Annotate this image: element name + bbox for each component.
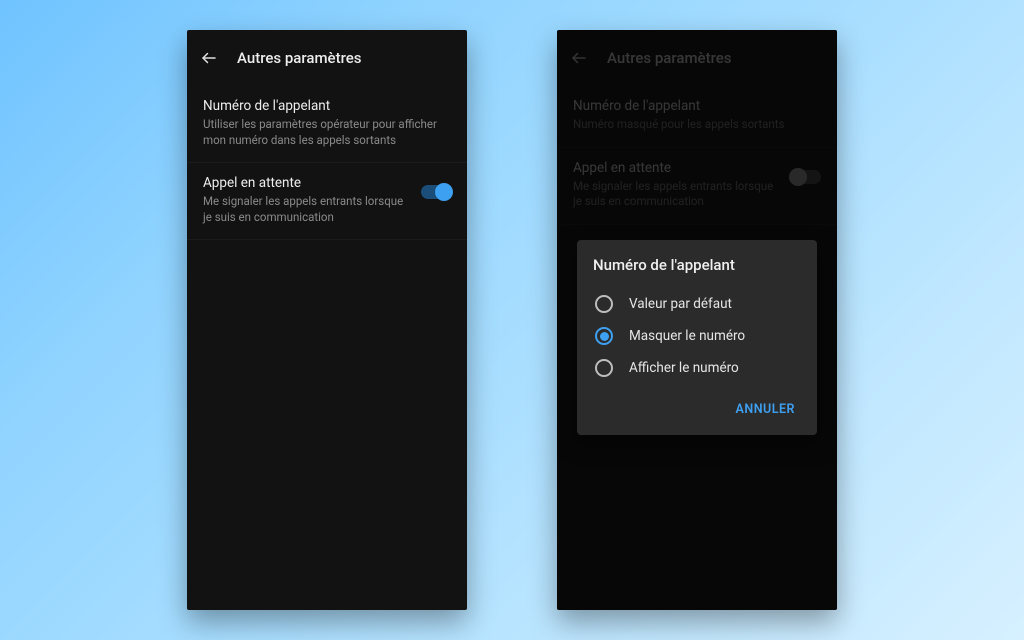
back-arrow-icon[interactable]	[199, 48, 219, 68]
dialog-title: Numéro de l'appelant	[593, 256, 801, 274]
phone-screen-1: Autres paramètres Numéro de l'appelant U…	[187, 30, 467, 610]
radio-label: Afficher le numéro	[629, 360, 739, 376]
radio-icon	[595, 295, 613, 313]
setting-caller-id[interactable]: Numéro de l'appelant Utiliser les paramè…	[187, 86, 467, 163]
setting-title: Numéro de l'appelant	[203, 98, 451, 114]
appbar-title: Autres paramètres	[237, 49, 362, 67]
setting-subtitle: Me signaler les appels entrants lorsque …	[203, 194, 409, 225]
radio-option-show[interactable]: Afficher le numéro	[593, 352, 801, 384]
setting-subtitle: Utiliser les paramètres opérateur pour a…	[203, 117, 451, 148]
call-waiting-toggle[interactable]	[421, 185, 451, 199]
setting-title: Appel en attente	[203, 175, 409, 191]
cancel-button[interactable]: ANNULER	[730, 394, 802, 425]
phone-screen-2: Autres paramètres Numéro de l'appelant N…	[557, 30, 837, 610]
setting-call-waiting[interactable]: Appel en attente Me signaler les appels …	[187, 163, 467, 240]
radio-icon	[595, 327, 613, 345]
radio-option-hide[interactable]: Masquer le numéro	[593, 320, 801, 352]
appbar: Autres paramètres	[187, 30, 467, 86]
radio-label: Masquer le numéro	[629, 328, 745, 344]
radio-icon	[595, 359, 613, 377]
radio-option-default[interactable]: Valeur par défaut	[593, 288, 801, 320]
dialog-actions: ANNULER	[593, 394, 801, 425]
caller-id-dialog: Numéro de l'appelant Valeur par défaut M…	[577, 240, 817, 435]
radio-label: Valeur par défaut	[629, 296, 732, 312]
